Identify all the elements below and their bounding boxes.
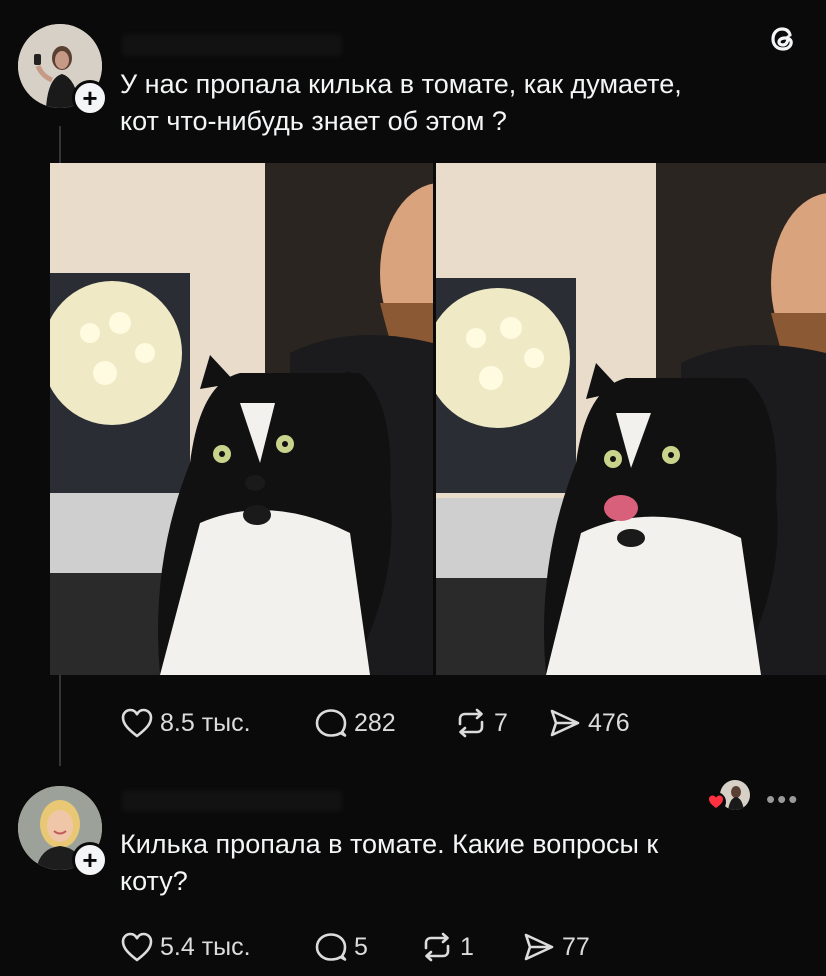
post-text: У нас пропала килька в томате, как думае… bbox=[120, 69, 682, 136]
like-count: 8.5 тыс. bbox=[160, 708, 251, 737]
reply-repost-count: 1 bbox=[460, 932, 474, 961]
cat-photo-icon bbox=[50, 163, 433, 675]
like-button[interactable]: 8.5 тыс. bbox=[120, 707, 314, 739]
reply-author-username[interactable] bbox=[122, 790, 342, 812]
post-actions: 8.5 тыс. 282 7 476 bbox=[120, 705, 658, 741]
comment-icon bbox=[315, 709, 347, 737]
post-image-1[interactable] bbox=[50, 163, 433, 675]
liked-heart-icon bbox=[706, 792, 726, 812]
heart-icon bbox=[121, 932, 153, 962]
reply-actions: 5.4 тыс. 5 1 77 bbox=[120, 929, 632, 965]
share-count: 476 bbox=[588, 708, 630, 737]
reply-reply-button[interactable]: 5 bbox=[314, 931, 420, 963]
cat-licking-photo-icon bbox=[436, 163, 826, 675]
reply-repost-button[interactable]: 1 bbox=[420, 931, 522, 963]
reply-share-button[interactable]: 77 bbox=[522, 931, 632, 963]
reply-reply-count: 5 bbox=[354, 932, 368, 961]
post-author-username[interactable] bbox=[122, 34, 342, 56]
reply-share-count: 77 bbox=[562, 932, 590, 961]
heart-icon bbox=[121, 708, 153, 738]
more-options-button[interactable]: ••• bbox=[766, 784, 799, 815]
reply-button[interactable]: 282 bbox=[314, 707, 454, 739]
repost-icon bbox=[458, 708, 484, 738]
send-icon bbox=[550, 709, 580, 737]
repost-button[interactable]: 7 bbox=[454, 707, 548, 739]
post-image-2[interactable] bbox=[436, 163, 826, 675]
follow-plus-button-reply[interactable]: + bbox=[72, 842, 108, 878]
reply-count: 282 bbox=[354, 708, 396, 737]
reply-like-button[interactable]: 5.4 тыс. bbox=[120, 931, 314, 963]
reply-text: Килька пропала в томате. Какие вопросы к… bbox=[120, 829, 659, 896]
send-icon bbox=[524, 933, 554, 961]
share-button[interactable]: 476 bbox=[548, 707, 658, 739]
comment-icon bbox=[315, 933, 347, 961]
reply-like-count: 5.4 тыс. bbox=[160, 932, 251, 961]
threads-logo-icon[interactable] bbox=[766, 22, 800, 56]
follow-plus-button[interactable]: + bbox=[72, 80, 108, 116]
repost-icon bbox=[424, 932, 450, 962]
repost-count: 7 bbox=[494, 708, 508, 737]
author-liked-indicator bbox=[706, 780, 752, 814]
